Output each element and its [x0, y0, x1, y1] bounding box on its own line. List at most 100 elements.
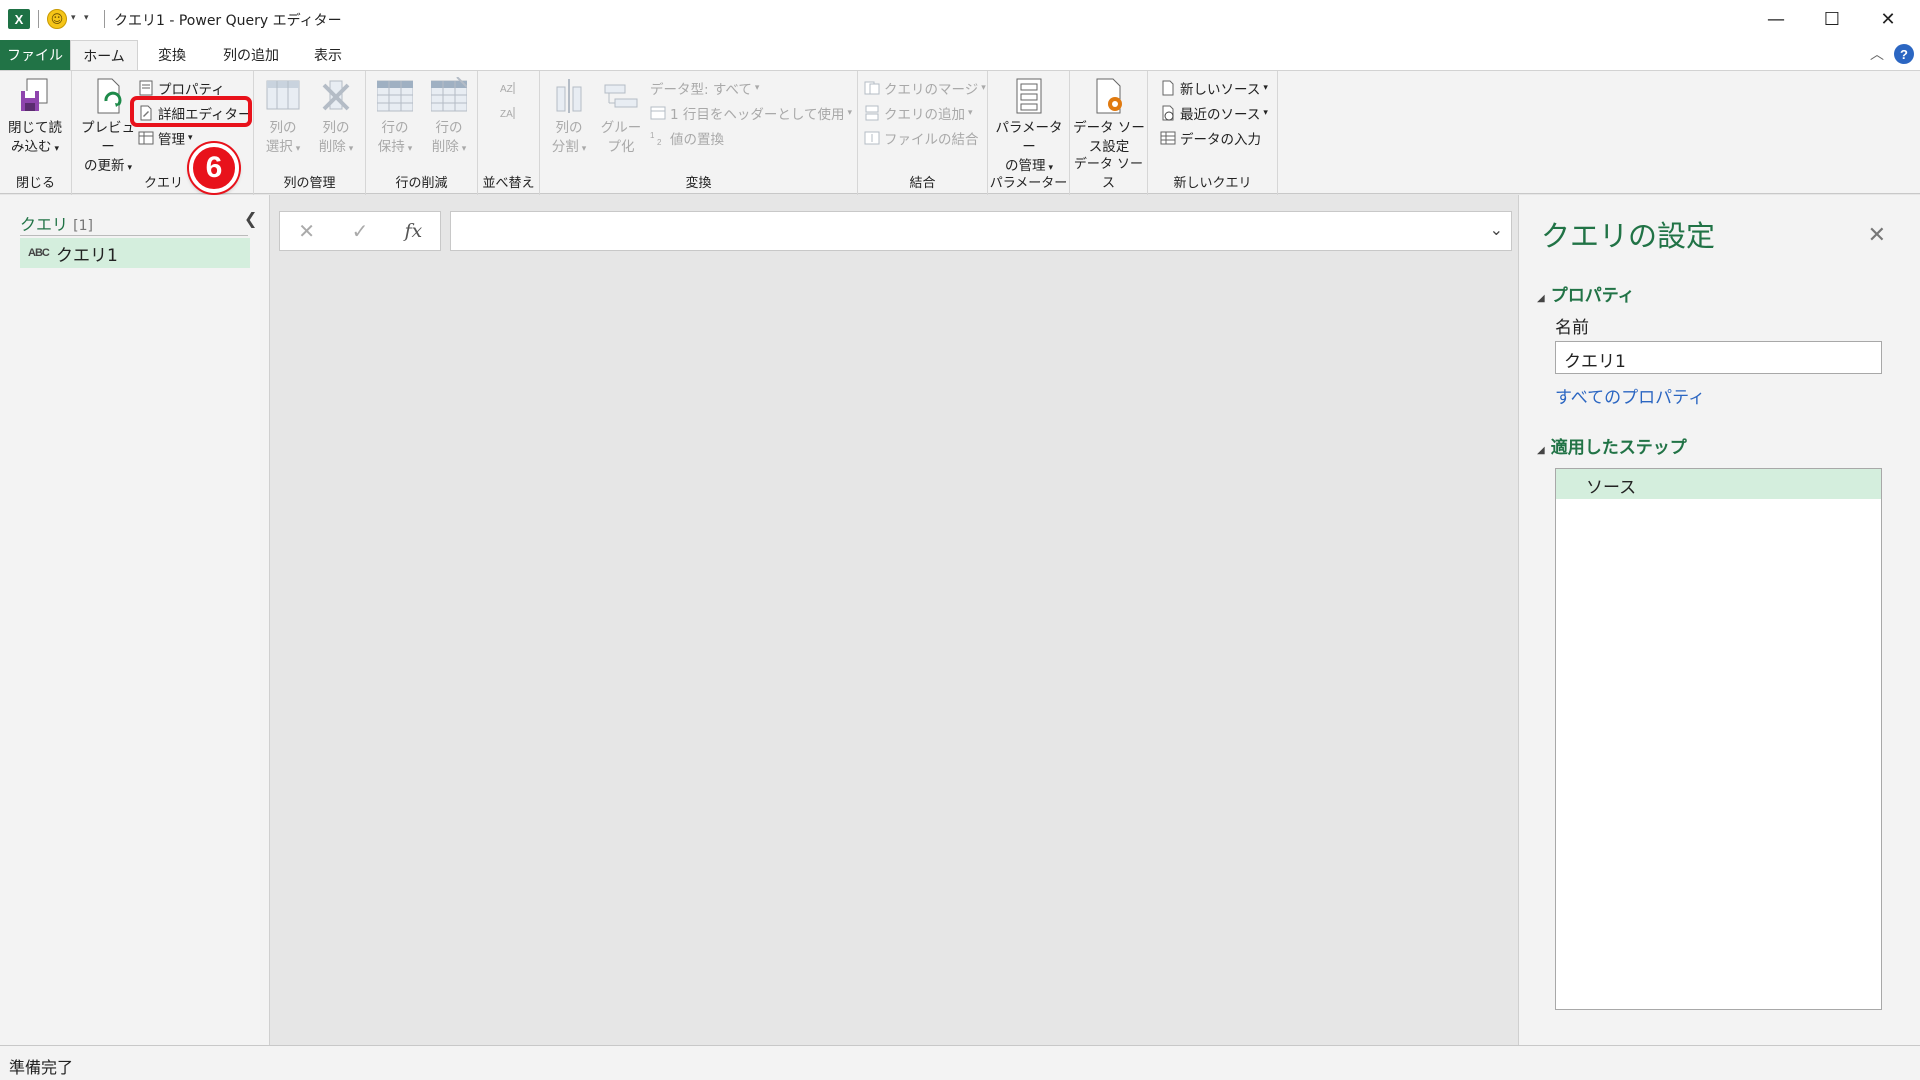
maximize-icon[interactable]: ☐ — [1804, 0, 1860, 38]
cancel-icon[interactable]: ✕ — [280, 212, 333, 250]
append-icon — [864, 105, 880, 121]
chevron-down-icon[interactable]: ▾ — [71, 13, 76, 23]
chevron-down-icon[interactable]: ⌄ — [1490, 220, 1503, 239]
applied-steps-header[interactable]: ◢ 適用したステップ — [1537, 433, 1687, 458]
window-title: クエリ1 - Power Query エディター — [114, 13, 342, 29]
replace-values-icon: 12 — [650, 130, 666, 147]
triangle-down-icon: ◢ — [1537, 293, 1545, 304]
collapse-ribbon-icon[interactable]: ︿ — [1870, 44, 1884, 64]
recent-sources-button[interactable]: 最近のソース ▾ — [1160, 102, 1268, 124]
tab-file[interactable]: ファイル — [0, 40, 70, 70]
combine-files-icon — [864, 130, 880, 146]
separator — [38, 10, 39, 28]
use-first-row-as-headers-button[interactable]: 1 行目をヘッダーとして使用 ▾ — [650, 102, 852, 124]
svg-text:2: 2 — [657, 138, 662, 146]
replace-values-button[interactable]: 1 2 値の置換 — [650, 127, 724, 149]
parameters-icon — [1011, 77, 1047, 115]
combine-files-button[interactable]: ファイルの結合 — [864, 127, 979, 149]
group-combine: クエリのマージ ▾ クエリの追加 ▾ ファイルの結合 結合 — [858, 71, 988, 195]
step-number-badge: 6 — [189, 143, 239, 193]
excel-icon[interactable]: X — [8, 9, 30, 29]
properties-icon — [138, 80, 154, 96]
group-label: 結合 — [909, 176, 936, 191]
group-new-query: 新しいソース ▾ 最近のソース ▾ データの入力 新しいクエリ — [1148, 71, 1278, 195]
choose-columns-icon — [265, 77, 301, 115]
advanced-editor-highlight — [130, 96, 252, 127]
group-label: 列の管理 — [283, 176, 336, 191]
group-label: 行の削減 — [395, 176, 448, 191]
svg-text:1: 1 — [650, 131, 655, 140]
refresh-icon — [90, 77, 126, 115]
smiley-feedback-icon[interactable]: ☺ — [47, 9, 67, 29]
sort-ascending-button[interactable]: AZ — [500, 77, 520, 99]
sort-descending-icon: ZA — [500, 105, 516, 121]
tab-view[interactable]: 表示 — [300, 40, 356, 70]
query-name-input[interactable]: クエリ1 — [1555, 341, 1882, 374]
group-label: 新しいクエリ — [1173, 176, 1252, 191]
close-and-load-icon — [17, 77, 53, 115]
group-label: 閉じる — [15, 176, 55, 191]
refresh-preview-button[interactable]: プレビュー の更新 ▾ — [76, 77, 140, 178]
sort-ascending-icon: AZ — [500, 80, 516, 96]
sort-descending-button[interactable]: ZA — [500, 102, 520, 124]
tab-add-column[interactable]: 列の追加 — [210, 40, 292, 70]
help-icon[interactable]: ? — [1894, 44, 1914, 64]
tab-transform[interactable]: 変換 — [142, 40, 202, 70]
table-icon — [1160, 130, 1176, 146]
tab-home[interactable]: ホーム — [70, 40, 138, 70]
queries-header: クエリ [1] — [20, 215, 93, 234]
new-source-button[interactable]: 新しいソース ▾ — [1160, 77, 1268, 99]
data-type-dropdown[interactable]: データ型: すべて ▾ — [650, 77, 759, 99]
commit-icon[interactable]: ✓ — [333, 212, 386, 250]
group-transform: 列の 分割 ▾ グルー プ化 データ型: すべて ▾ 1 行目をヘッダーとして使用 ▾… — [540, 71, 858, 195]
remove-rows-icon — [430, 76, 468, 115]
split-column-icon — [551, 77, 587, 115]
group-label: パラメーター — [989, 176, 1068, 191]
applied-steps-list: ソース — [1555, 468, 1882, 1010]
data-source-settings-icon — [1091, 77, 1127, 115]
choose-columns-button[interactable]: 列の 選択 ▾ — [254, 77, 312, 159]
split-column-button[interactable]: 列の 分割 ▾ — [540, 77, 598, 159]
recent-sources-icon — [1160, 105, 1176, 121]
query-list-item[interactable]: ABC クエリ1 — [20, 238, 250, 268]
settings-title: クエリの設定 — [1541, 219, 1716, 253]
queries-pane: クエリ [1] ❮ ABC クエリ1 — [0, 195, 270, 1045]
fx-icon[interactable]: fx — [387, 212, 440, 250]
close-icon[interactable]: ✕ — [1868, 223, 1886, 248]
group-by-button[interactable]: グルー プ化 — [592, 77, 650, 157]
remove-rows-button[interactable]: 行の 削除 ▾ — [420, 76, 478, 159]
table-icon — [138, 130, 154, 146]
manage-button[interactable]: 管理 ▾ — [138, 127, 193, 149]
data-source-settings-button[interactable]: データ ソー ス設定 — [1072, 77, 1146, 157]
ribbon: 閉じて読 み込む ▾ 閉じる プレビュー の更新 ▾ プロパティ 詳細エディター 管… — [0, 70, 1920, 195]
group-manage-columns: 列の 選択 ▾ 列の 削除 ▾ 列の管理 — [254, 71, 366, 195]
close-and-load-button[interactable]: 閉じて読 み込む ▾ — [6, 77, 64, 159]
group-label: 並べ替え — [482, 176, 535, 191]
keep-rows-icon — [376, 77, 414, 115]
collapse-pane-icon[interactable]: ❮ — [244, 209, 257, 228]
ribbon-tabs: ファイル ホーム 変換 列の追加 表示 ︿ ? — [0, 38, 1920, 70]
formula-input[interactable]: ⌄ — [450, 211, 1512, 251]
minimize-icon[interactable]: — — [1748, 0, 1804, 38]
properties-section-header[interactable]: ◢ プロパティ — [1537, 281, 1635, 306]
all-properties-link[interactable]: すべてのプロパティ — [1555, 383, 1705, 408]
group-sort: AZ ZA 並べ替え — [478, 71, 540, 195]
group-parameters: パラメーター の管理 ▾ パラメーター — [988, 71, 1070, 195]
append-queries-button[interactable]: クエリの追加 ▾ — [864, 102, 973, 124]
table-icon — [650, 105, 666, 121]
applied-step-item[interactable]: ソース — [1556, 469, 1881, 499]
group-label: データ ソース — [1073, 157, 1144, 191]
remove-columns-button[interactable]: 列の 削除 ▾ — [307, 77, 365, 159]
group-reduce-rows: 行の 保持 ▾ 行の 削除 ▾ 行の削減 — [366, 71, 478, 195]
merge-queries-button[interactable]: クエリのマージ ▾ — [864, 77, 986, 99]
status-bar: 準備完了 — [0, 1045, 1920, 1080]
close-window-icon[interactable]: ✕ — [1860, 0, 1916, 38]
svg-text:ZA: ZA — [500, 109, 513, 120]
text-type-icon: ABC — [28, 247, 50, 259]
enter-data-button[interactable]: データの入力 — [1160, 127, 1261, 149]
customize-quick-access-icon[interactable]: ▾ — [84, 13, 89, 23]
name-label: 名前 — [1555, 318, 1589, 338]
keep-rows-button[interactable]: 行の 保持 ▾ — [366, 77, 424, 159]
title-bar: X ☺ ▾ ▾ クエリ1 - Power Query エディター — ☐ ✕ — [0, 0, 1920, 38]
manage-parameters-button[interactable]: パラメーター の管理 ▾ — [992, 77, 1066, 178]
